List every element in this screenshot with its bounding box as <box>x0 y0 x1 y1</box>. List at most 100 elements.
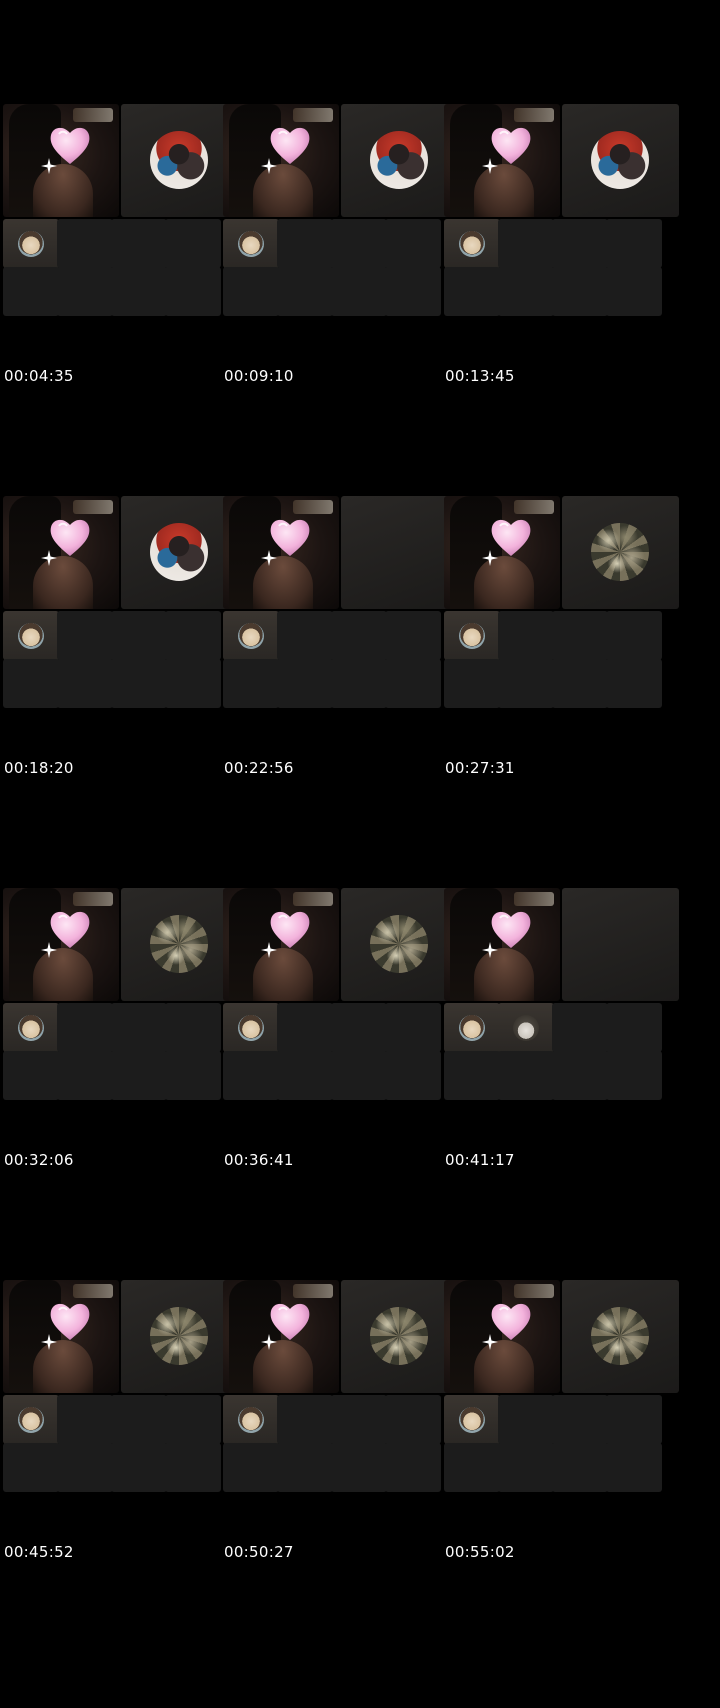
seat-tile <box>444 267 500 316</box>
seat-avatar <box>238 1407 264 1433</box>
seat-tile <box>552 219 608 268</box>
seat-tile <box>277 1003 333 1052</box>
seat-tile <box>606 1395 662 1444</box>
timestamp-label: 00:27:31 <box>445 759 515 777</box>
seat-tile <box>57 267 113 316</box>
seat-tile <box>552 267 608 316</box>
sparkle-icon <box>261 1334 277 1350</box>
seat-avatar <box>238 231 264 257</box>
ceiling-light <box>293 500 333 514</box>
seat-avatar <box>238 623 264 649</box>
seat-tile <box>444 659 500 708</box>
ceiling-light <box>73 892 113 906</box>
sparkle-icon <box>482 158 498 174</box>
seat-tile <box>3 1051 59 1100</box>
thumbnail-cell: 00:22:56 <box>220 392 460 819</box>
seat-tile <box>3 1443 59 1492</box>
seat-tile <box>331 611 387 660</box>
seat-tile <box>165 219 221 268</box>
red-jacket-avatar <box>591 131 649 189</box>
moss-pattern-avatar <box>591 1307 649 1365</box>
seat-tile <box>223 1051 279 1100</box>
ceiling-light <box>293 892 333 906</box>
timestamp-label: 00:22:56 <box>224 759 294 777</box>
seat-tile <box>111 1443 167 1492</box>
sparkle-icon <box>41 942 57 958</box>
seat-tile <box>498 1395 554 1444</box>
host-video-tile <box>3 888 119 1001</box>
ceiling-light <box>514 1284 554 1298</box>
guest-video-tile <box>562 888 679 1001</box>
host-video-tile <box>444 888 560 1001</box>
seat-tile <box>111 219 167 268</box>
seat-tile <box>223 1395 279 1444</box>
seat-tile <box>606 267 662 316</box>
thumbnail-cell: 00:50:27 <box>220 1176 460 1603</box>
seat-tile <box>385 1051 441 1100</box>
seat-tile <box>331 659 387 708</box>
seat-tile <box>385 611 441 660</box>
seat-tile <box>277 267 333 316</box>
seat-tile <box>385 1443 441 1492</box>
seat-tile <box>498 267 554 316</box>
seat-tile <box>331 1003 387 1052</box>
seat-tile <box>498 1443 554 1492</box>
seat-tile <box>331 1443 387 1492</box>
seat-tile <box>277 1395 333 1444</box>
seat-tile <box>165 267 221 316</box>
seat-tile <box>165 611 221 660</box>
thumbnail-cell: 00:27:31 <box>441 392 681 819</box>
seat-tile <box>57 219 113 268</box>
red-jacket-avatar <box>370 131 428 189</box>
host-video-tile <box>223 888 339 1001</box>
timestamp-label: 00:09:10 <box>224 367 294 385</box>
seat-tile <box>498 659 554 708</box>
seat-tile <box>331 1395 387 1444</box>
host-video-tile <box>444 104 560 217</box>
seat-tile <box>165 1443 221 1492</box>
seat-tile <box>165 659 221 708</box>
host-video-tile <box>3 104 119 217</box>
seat-avatar <box>18 1407 44 1433</box>
thumbnail-cell: 00:55:02 <box>441 1176 681 1603</box>
guest-video-tile <box>562 104 679 217</box>
sparkle-icon <box>482 942 498 958</box>
seat-tile <box>3 1003 59 1052</box>
thumbnail-cell: 00:18:20 <box>0 392 240 819</box>
seat-tile <box>331 219 387 268</box>
host-video-tile <box>3 496 119 609</box>
host-video-tile <box>444 1280 560 1393</box>
sparkle-icon <box>261 942 277 958</box>
red-jacket-avatar <box>150 523 208 581</box>
video-frame <box>3 496 238 715</box>
timestamp-label: 00:13:45 <box>445 367 515 385</box>
seat-tile <box>111 267 167 316</box>
thumbnail-cell: 00:45:52 <box>0 1176 240 1603</box>
seat-tile <box>165 1395 221 1444</box>
seat-tile <box>57 1051 113 1100</box>
dog-avatar <box>513 1015 539 1041</box>
seat-tile <box>223 611 279 660</box>
video-frame <box>3 888 238 1107</box>
seat-avatar <box>18 1015 44 1041</box>
seat-tile <box>3 1395 59 1444</box>
seat-tile <box>3 267 59 316</box>
host-video-tile <box>223 1280 339 1393</box>
host-video-tile <box>223 496 339 609</box>
seat-tile <box>385 1003 441 1052</box>
seat-tile <box>57 1395 113 1444</box>
seat-avatar <box>459 1407 485 1433</box>
thumbnail-cell: 00:41:17 <box>441 784 681 1211</box>
seat-tile <box>498 1051 554 1100</box>
video-frame <box>223 1280 458 1499</box>
seat-tile <box>165 1003 221 1052</box>
seat-tile <box>385 659 441 708</box>
seat-tile <box>223 267 279 316</box>
seat-tile <box>444 219 500 268</box>
moss-pattern-avatar <box>150 1307 208 1365</box>
seat-tile <box>331 1051 387 1100</box>
timestamp-label: 00:41:17 <box>445 1151 515 1169</box>
seat-tile <box>385 219 441 268</box>
moss-pattern-avatar <box>591 523 649 581</box>
seat-tile <box>552 611 608 660</box>
